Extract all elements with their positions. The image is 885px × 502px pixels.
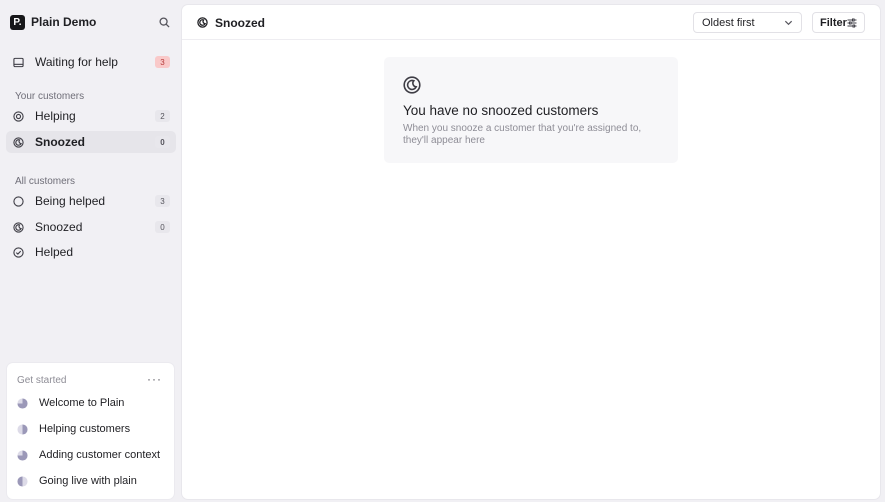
empty-state-description: When you snooze a customer that you're a… [403, 123, 642, 146]
progress-pie-icon [17, 475, 28, 487]
page-title: Snoozed [215, 16, 265, 30]
sidebar-item-waiting-for-help[interactable]: Waiting for help 3 [6, 51, 176, 73]
snooze-icon [197, 17, 208, 28]
section-title-all-customers: All customers [15, 176, 76, 187]
progress-pie-icon [17, 423, 28, 435]
get-started-item-label: Going live with plain [39, 475, 137, 487]
workspace-name[interactable]: Plain Demo [31, 15, 156, 29]
sidebar-item-label: Helping [35, 109, 76, 123]
get-started-item-label: Adding customer context [39, 449, 161, 461]
filter-button[interactable]: Filter [812, 12, 865, 33]
circle-icon [12, 195, 24, 207]
snooze-icon [12, 221, 24, 233]
sidebar-item-your-snoozed[interactable]: Snoozed 0 [6, 131, 176, 153]
progress-pie-icon [17, 449, 28, 461]
sidebar-item-label: Helped [35, 245, 74, 259]
get-started-panel: Get started ··· Welcome to Plain Helping… [7, 363, 174, 499]
count-badge: 0 [155, 136, 170, 148]
sliders-icon [847, 18, 857, 27]
count-badge: 3 [155, 195, 170, 207]
inbox-icon [12, 56, 24, 68]
snooze-icon [12, 136, 24, 148]
get-started-item-welcome[interactable]: Welcome to Plain [17, 394, 167, 412]
get-started-item-going-live[interactable]: Going live with plain [17, 472, 167, 490]
workspace-header: P. Plain Demo [10, 14, 172, 30]
count-badge: 3 [155, 56, 170, 68]
get-started-title: Get started [17, 375, 67, 386]
section-title-your-customers: Your customers [15, 91, 85, 102]
progress-pie-icon [17, 397, 28, 409]
count-badge: 2 [155, 110, 170, 122]
sort-select[interactable]: Oldest first [693, 12, 802, 33]
sidebar-item-all-snoozed[interactable]: Snoozed 0 [6, 216, 176, 238]
sort-select-value: Oldest first [702, 16, 755, 29]
chevron-down-icon [784, 20, 793, 26]
count-badge: 0 [155, 221, 170, 233]
sidebar-item-being-helped[interactable]: Being helped 3 [6, 190, 176, 212]
sidebar: P. Plain Demo Waiting for help 3 Your cu… [0, 0, 182, 502]
sidebar-item-label: Waiting for help [35, 55, 118, 69]
sidebar-item-helping[interactable]: Helping 2 [6, 105, 176, 127]
sidebar-item-helped[interactable]: Helped [6, 241, 176, 263]
get-started-item-helping-customers[interactable]: Helping customers [17, 420, 167, 438]
workspace-logo: P. [10, 14, 25, 30]
get-started-item-label: Helping customers [39, 423, 131, 435]
get-started-item-label: Welcome to Plain [39, 397, 125, 409]
get-started-item-customer-context[interactable]: Adding customer context [17, 446, 167, 464]
empty-state-title: You have no snoozed customers [403, 103, 599, 118]
snooze-icon [403, 76, 421, 94]
main-header: Snoozed Oldest first Filter [182, 5, 880, 40]
more-options-button[interactable]: ··· [147, 372, 162, 386]
filter-button-label: Filter [820, 16, 847, 29]
search-icon[interactable] [156, 14, 172, 30]
sidebar-item-label: Being helped [35, 194, 106, 208]
helping-icon [12, 110, 24, 122]
check-circle-icon [12, 246, 24, 258]
main-panel: Snoozed Oldest first Filter You have no … [182, 5, 880, 499]
empty-state-card: You have no snoozed customers When you s… [384, 57, 678, 163]
sidebar-item-label: Snoozed [35, 135, 85, 149]
sidebar-item-label: Snoozed [35, 220, 83, 234]
